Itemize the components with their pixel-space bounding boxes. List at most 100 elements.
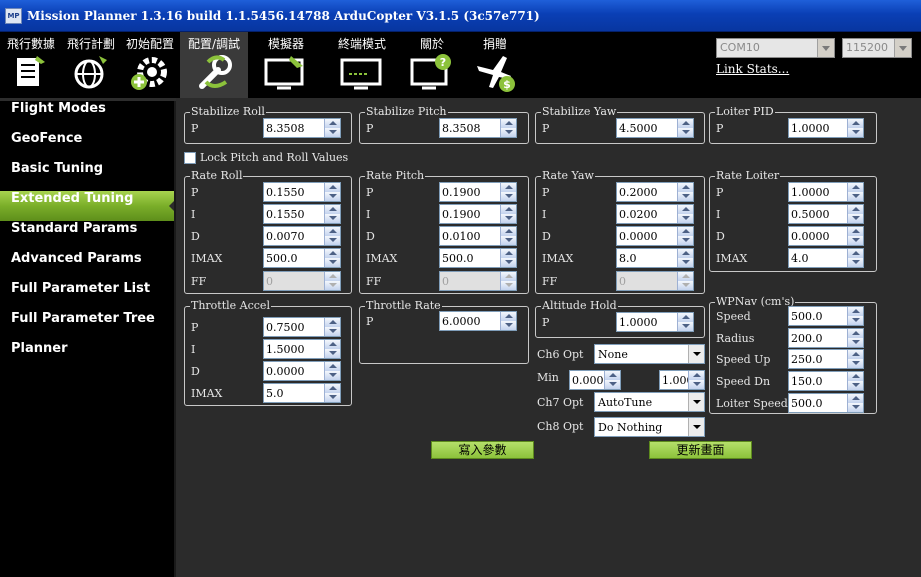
spinner[interactable] [324, 183, 340, 201]
spinner[interactable] [324, 384, 340, 402]
rate-yaw-d-input[interactable]: 0.0000 [616, 226, 694, 246]
spinner[interactable] [324, 119, 340, 137]
wpnav-speed-dn-input[interactable]: 150.0 [788, 371, 864, 391]
spin-up-icon[interactable] [501, 249, 516, 258]
spin-down-icon[interactable] [848, 359, 863, 368]
spin-up-icon[interactable] [325, 205, 340, 214]
spin-up-icon[interactable] [678, 183, 693, 192]
spin-up-icon[interactable] [325, 227, 340, 236]
spinner[interactable] [677, 183, 693, 201]
sidebar-item-standard-params[interactable]: Standard Params [0, 221, 176, 251]
spinner[interactable] [847, 249, 863, 267]
throttle-accel-i-input[interactable]: 1.5000 [263, 339, 341, 359]
throttle-accel-d-input[interactable]: 0.0000 [263, 361, 341, 381]
spinner[interactable] [500, 183, 516, 201]
ch6-opt-select[interactable]: None [594, 344, 705, 364]
spin-down-icon[interactable] [678, 192, 693, 201]
spin-down-icon[interactable] [678, 322, 693, 331]
spin-down-icon[interactable] [605, 380, 620, 389]
spin-down-icon[interactable] [848, 214, 863, 223]
rate-roll-p-input[interactable]: 0.1550 [263, 182, 341, 202]
spin-down-icon[interactable] [678, 128, 693, 137]
spin-up-icon[interactable] [501, 119, 516, 128]
spin-down-icon[interactable] [325, 192, 340, 201]
link-stats-link[interactable]: Link Stats... [716, 62, 789, 76]
spin-down-icon[interactable] [325, 371, 340, 380]
spin-up-icon[interactable] [678, 205, 693, 214]
wpnav-speed-input[interactable]: 500.0 [788, 306, 864, 326]
spin-down-icon[interactable] [848, 338, 863, 347]
ch6-min-input[interactable]: 0.0000 [569, 370, 621, 390]
spin-down-icon[interactable] [501, 321, 516, 330]
spin-up-icon[interactable] [689, 371, 704, 380]
spinner[interactable] [324, 362, 340, 380]
spin-down-icon[interactable] [678, 214, 693, 223]
spinner[interactable] [500, 227, 516, 245]
toolbar-flight-plan[interactable]: 飛行計劃 [62, 32, 120, 98]
spin-down-icon[interactable] [501, 236, 516, 245]
sidebar-item-full-parameter-list[interactable]: Full Parameter List [0, 281, 176, 311]
spin-up-icon[interactable] [501, 312, 516, 321]
spin-down-icon[interactable] [678, 236, 693, 245]
spin-up-icon[interactable] [848, 394, 863, 403]
write-params-button[interactable]: 寫入參數 [431, 441, 534, 459]
spinner[interactable] [500, 119, 516, 137]
stab-roll-p-input[interactable]: 8.3508 [263, 118, 341, 138]
spin-up-icon[interactable] [678, 227, 693, 236]
spin-down-icon[interactable] [501, 258, 516, 267]
altitude-hold-p-input[interactable]: 1.0000 [616, 312, 694, 332]
spin-down-icon[interactable] [689, 380, 704, 389]
refresh-screen-button[interactable]: 更新畫面 [649, 441, 752, 459]
spin-up-icon[interactable] [325, 119, 340, 128]
rate-yaw-imax-input[interactable]: 8.0 [616, 248, 694, 268]
spinner[interactable] [677, 119, 693, 137]
rate-pitch-d-input[interactable]: 0.0100 [439, 226, 517, 246]
spin-down-icon[interactable] [325, 327, 340, 336]
spin-up-icon[interactable] [848, 205, 863, 214]
ch7-opt-select[interactable]: AutoTune [594, 392, 705, 412]
spin-up-icon[interactable] [501, 205, 516, 214]
spinner[interactable] [847, 227, 863, 245]
spin-up-icon[interactable] [848, 329, 863, 338]
toolbar-help[interactable]: 關於 ? [400, 32, 464, 98]
throttle-accel-imax-input[interactable]: 5.0 [263, 383, 341, 403]
spin-down-icon[interactable] [848, 316, 863, 325]
spin-up-icon[interactable] [848, 372, 863, 381]
spin-up-icon[interactable] [325, 249, 340, 258]
spin-down-icon[interactable] [325, 393, 340, 402]
spin-down-icon[interactable] [325, 214, 340, 223]
spin-down-icon[interactable] [848, 192, 863, 201]
ch8-opt-select[interactable]: Do Nothing [594, 417, 705, 437]
spin-up-icon[interactable] [501, 227, 516, 236]
spinner[interactable] [500, 312, 516, 330]
spin-up-icon[interactable] [325, 384, 340, 393]
spin-up-icon[interactable] [501, 183, 516, 192]
spinner[interactable] [324, 227, 340, 245]
toolbar-config-tuning[interactable]: 配置/調試 [180, 32, 248, 98]
spin-up-icon[interactable] [848, 350, 863, 359]
loiter-pid-p-input[interactable]: 1.0000 [788, 118, 864, 138]
spinner[interactable] [500, 249, 516, 267]
spin-up-icon[interactable] [848, 307, 863, 316]
rate-roll-imax-input[interactable]: 500.0 [263, 248, 341, 268]
rate-pitch-p-input[interactable]: 0.1900 [439, 182, 517, 202]
spin-up-icon[interactable] [325, 183, 340, 192]
spinner[interactable] [677, 205, 693, 223]
spin-up-icon[interactable] [848, 119, 863, 128]
spin-down-icon[interactable] [848, 403, 863, 412]
spinner[interactable] [847, 205, 863, 223]
spinner[interactable] [324, 249, 340, 267]
spinner[interactable] [847, 350, 863, 368]
spin-up-icon[interactable] [605, 371, 620, 380]
spinner[interactable] [500, 205, 516, 223]
spin-up-icon[interactable] [848, 183, 863, 192]
toolbar-simulation[interactable]: 模擬器 [248, 32, 324, 98]
spin-up-icon[interactable] [848, 249, 863, 258]
sidebar-item-flight-modes[interactable]: Flight Modes [0, 101, 176, 131]
spinner[interactable] [847, 329, 863, 347]
sidebar-item-full-parameter-tree[interactable]: Full Parameter Tree [0, 311, 176, 341]
spinner[interactable] [324, 340, 340, 358]
rate-pitch-imax-input[interactable]: 500.0 [439, 248, 517, 268]
spinner[interactable] [847, 307, 863, 325]
toolbar-initial-setup[interactable]: 初始配置 [120, 32, 180, 98]
